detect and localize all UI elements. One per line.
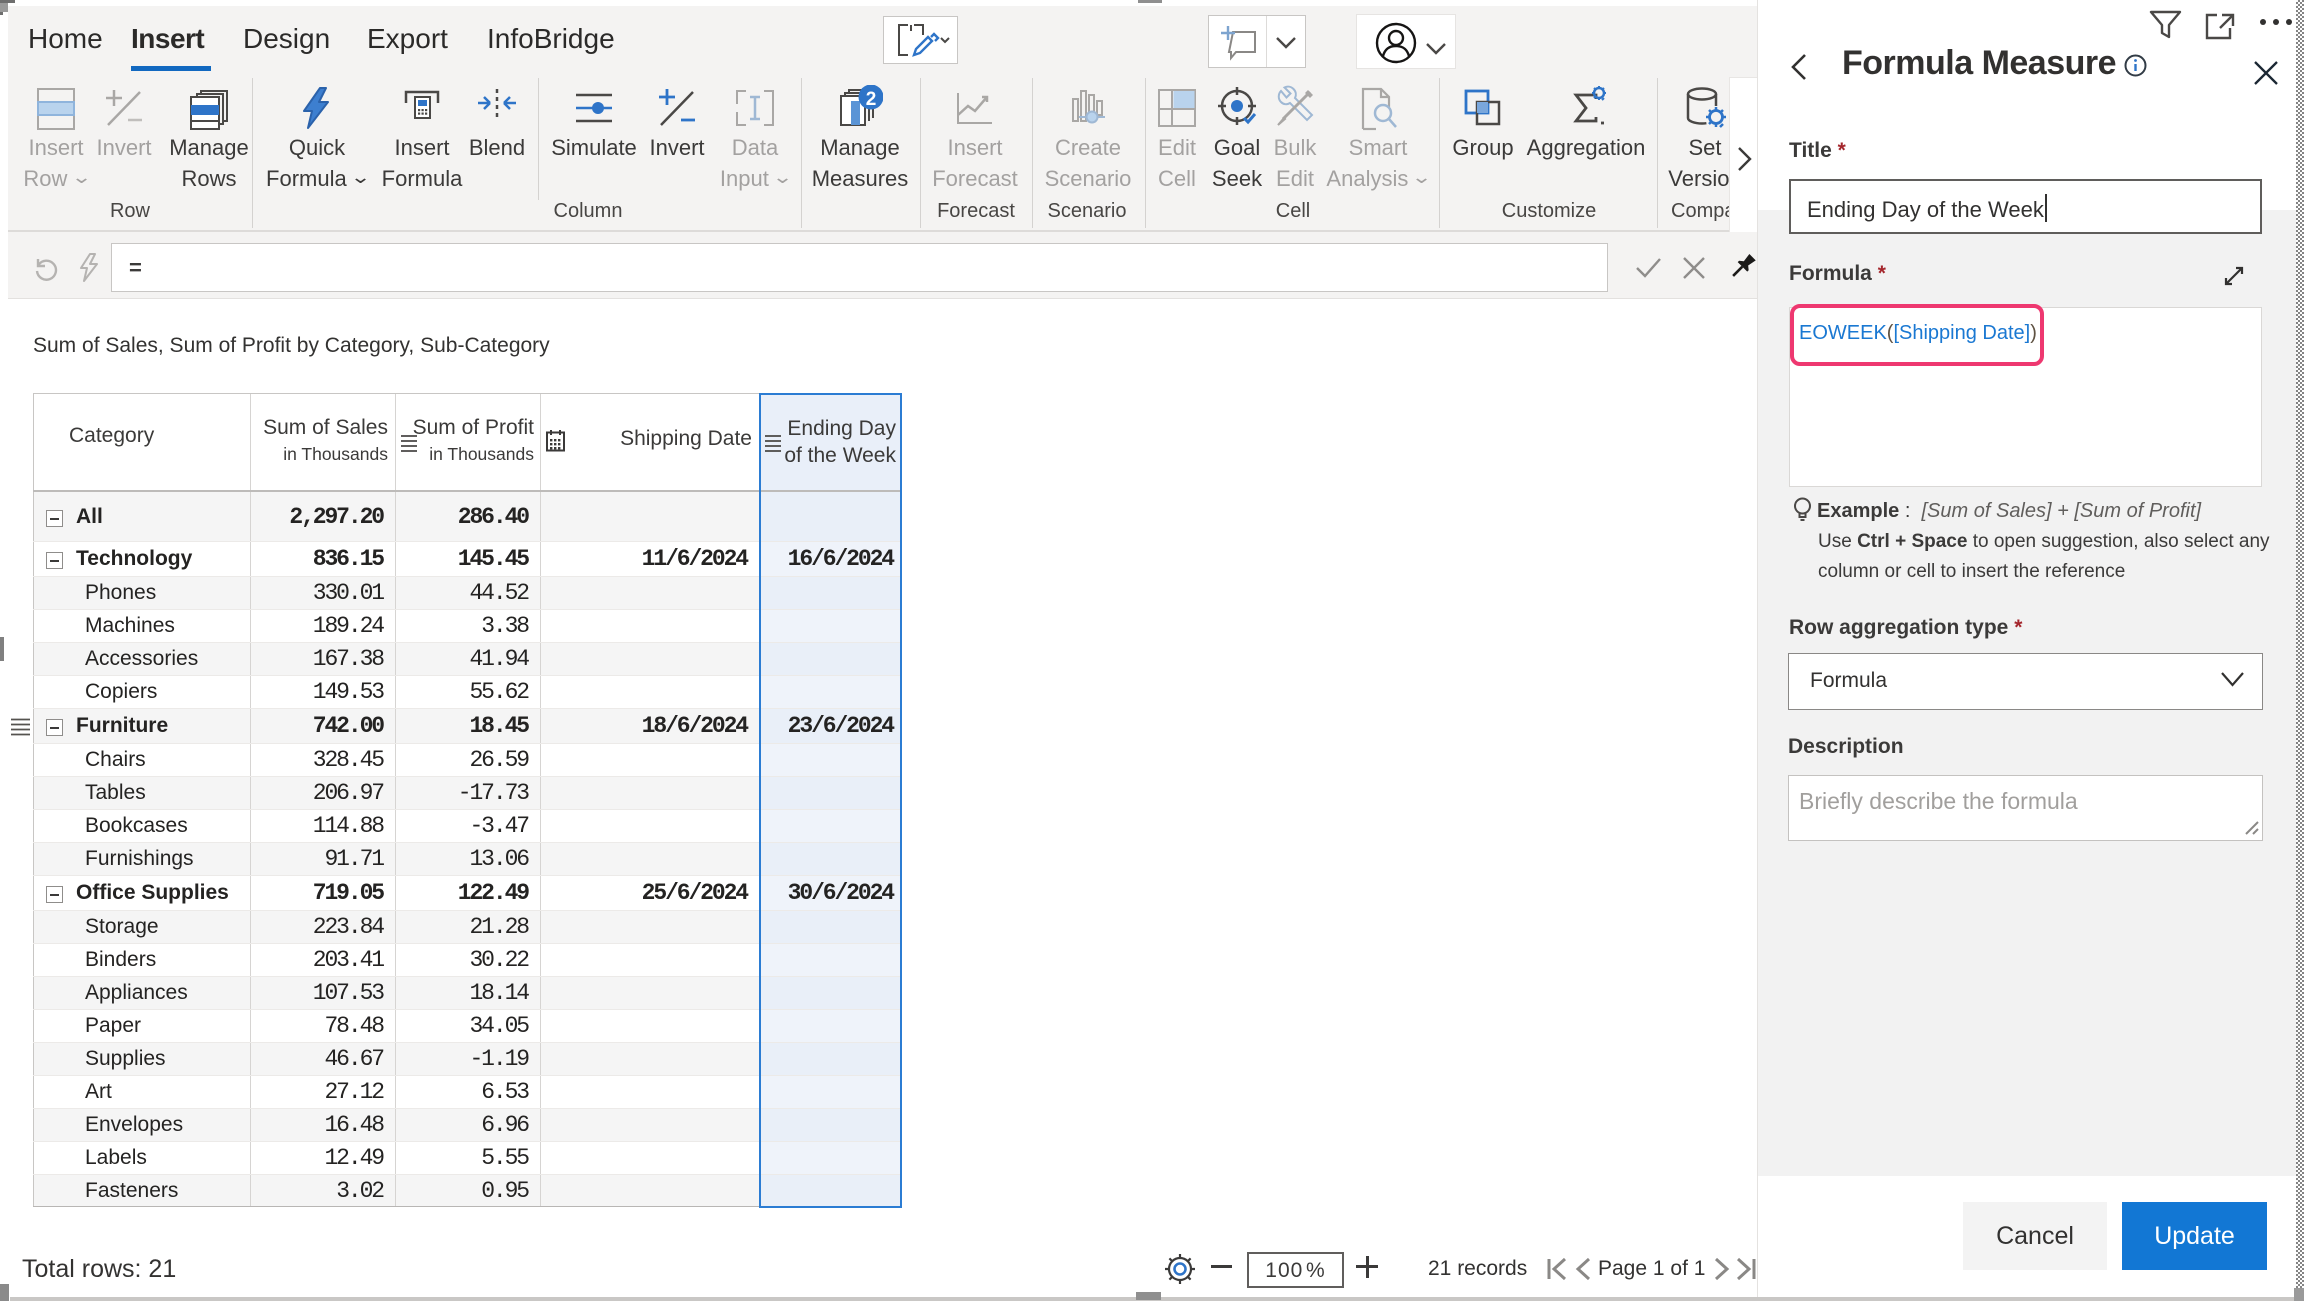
svg-text:2: 2 (866, 89, 877, 110)
